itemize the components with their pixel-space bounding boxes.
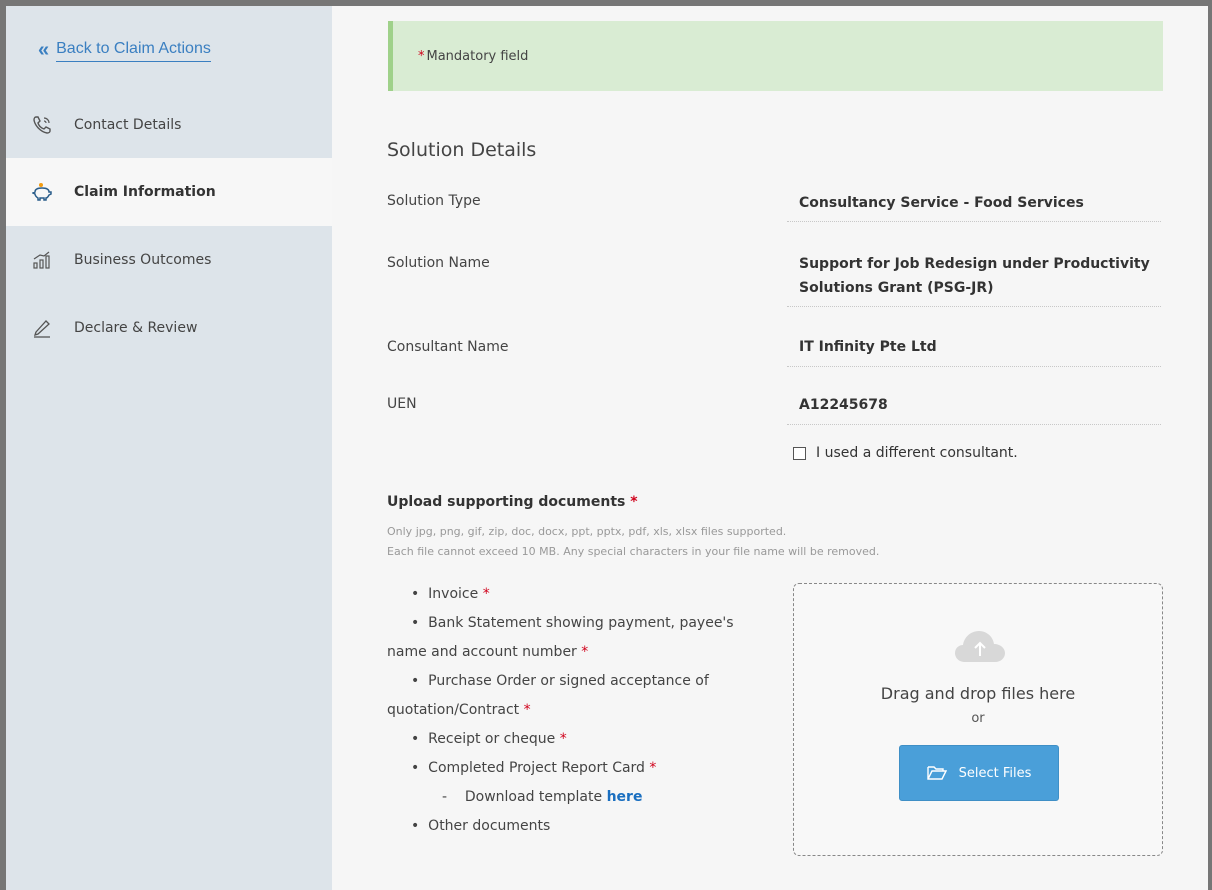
bar-chart-icon [33,251,50,269]
sidebar-item-label: Business Outcomes [74,252,212,268]
doc-label: Download template [464,789,603,805]
doc-label: Other documents [428,818,551,834]
doc-label: Completed Project Report Card [428,760,645,776]
list-item: - Download template here [387,783,787,812]
doc-label: Bank Statement showing payment, payee's [428,615,734,631]
pen-icon [33,320,50,338]
sidebar-item-claim-information[interactable]: Claim Information [6,158,332,226]
consultant-name-value: IT Infinity Pte Ltd [799,339,937,355]
uen-value: A12245678 [799,397,888,413]
doc-label: Invoice [428,586,479,602]
consultant-name-label: Consultant Name [387,339,509,355]
doc-label: Receipt or cheque [428,731,556,747]
bullet: • [411,586,420,602]
required-asterisk: * [523,702,531,718]
piggy-bank-icon [32,183,52,201]
section-title: Solution Details [387,139,537,161]
solution-type-label: Solution Type [387,193,481,209]
list-item: • Purchase Order or signed acceptance of [387,667,787,696]
double-chevron-left-icon: « [38,39,49,61]
select-files-label: Select Files [958,765,1032,781]
sidebar-item-label: Claim Information [74,184,216,200]
file-size-hint: Each file cannot exceed 10 MB. Any speci… [387,545,880,558]
bullet: • [411,760,420,776]
solution-name-value: Support for Job Redesign under Productiv… [799,256,1150,296]
or-text: or [971,711,985,726]
dash: - [442,789,448,805]
sidebar-item-label: Declare & Review [74,320,198,336]
file-types-hint: Only jpg, png, gif, zip, doc, docx, ppt,… [387,525,787,538]
field-divider [787,424,1161,425]
field-divider [787,366,1161,367]
folder-open-icon [926,766,947,780]
bullet: • [411,615,420,631]
list-item: • Invoice * [387,580,787,609]
different-consultant-checkbox[interactable] [793,446,806,460]
notice-text: Mandatory field [426,48,529,64]
download-template-link[interactable]: here [607,789,643,805]
doc-label: Purchase Order or signed acceptance of [428,673,709,689]
solution-type-value: Consultancy Service - Food Services [799,195,1084,211]
list-item-continued: name and account number * [387,638,787,667]
list-item: • Receipt or cheque * [387,725,787,754]
required-asterisk: * [649,760,657,776]
required-asterisk: * [630,494,638,510]
mandatory-field-notice: * Mandatory field [388,21,1163,91]
doc-label: quotation/Contract [387,702,520,718]
back-to-claim-actions-link[interactable]: « Back to Claim Actions [38,39,211,62]
field-divider [787,306,1161,307]
doc-label: name and account number [387,644,577,660]
phone-icon [33,116,51,134]
field-divider [787,221,1161,222]
uen-label: UEN [387,396,417,412]
solution-name-label: Solution Name [387,255,490,271]
required-asterisk: * [418,48,425,64]
list-item: • Completed Project Report Card * [387,754,787,783]
required-asterisk: * [581,644,589,660]
required-documents-list: • Invoice * • Bank Statement showing pay… [387,580,787,841]
sidebar-item-label: Contact Details [74,117,182,133]
different-consultant-checkbox-row[interactable]: I used a different consultant. [793,445,1018,461]
bullet: • [411,731,420,747]
sidebar: « Back to Claim Actions Contact Details … [6,6,332,890]
sidebar-item-business-outcomes[interactable]: Business Outcomes [6,226,332,294]
checkbox-label: I used a different consultant. [816,445,1018,461]
bullet: • [411,818,420,834]
sidebar-item-contact-details[interactable]: Contact Details [6,91,332,159]
required-asterisk: * [482,586,490,602]
file-dropzone[interactable]: Drag and drop files here or Select Files [793,583,1163,856]
list-item-continued: quotation/Contract * [387,696,787,725]
select-files-button[interactable]: Select Files [899,745,1059,801]
list-item: • Other documents [387,812,787,841]
upload-title-text: Upload supporting documents [387,494,626,510]
cloud-upload-icon [955,631,1005,662]
bullet: • [411,673,420,689]
required-asterisk: * [559,731,567,747]
drop-text: Drag and drop files here [880,684,1076,703]
back-link-label: Back to Claim Actions [56,40,211,62]
list-item: • Bank Statement showing payment, payee'… [387,609,787,638]
sidebar-item-declare-review[interactable]: Declare & Review [6,294,332,362]
upload-section-title: Upload supporting documents * [387,494,638,510]
